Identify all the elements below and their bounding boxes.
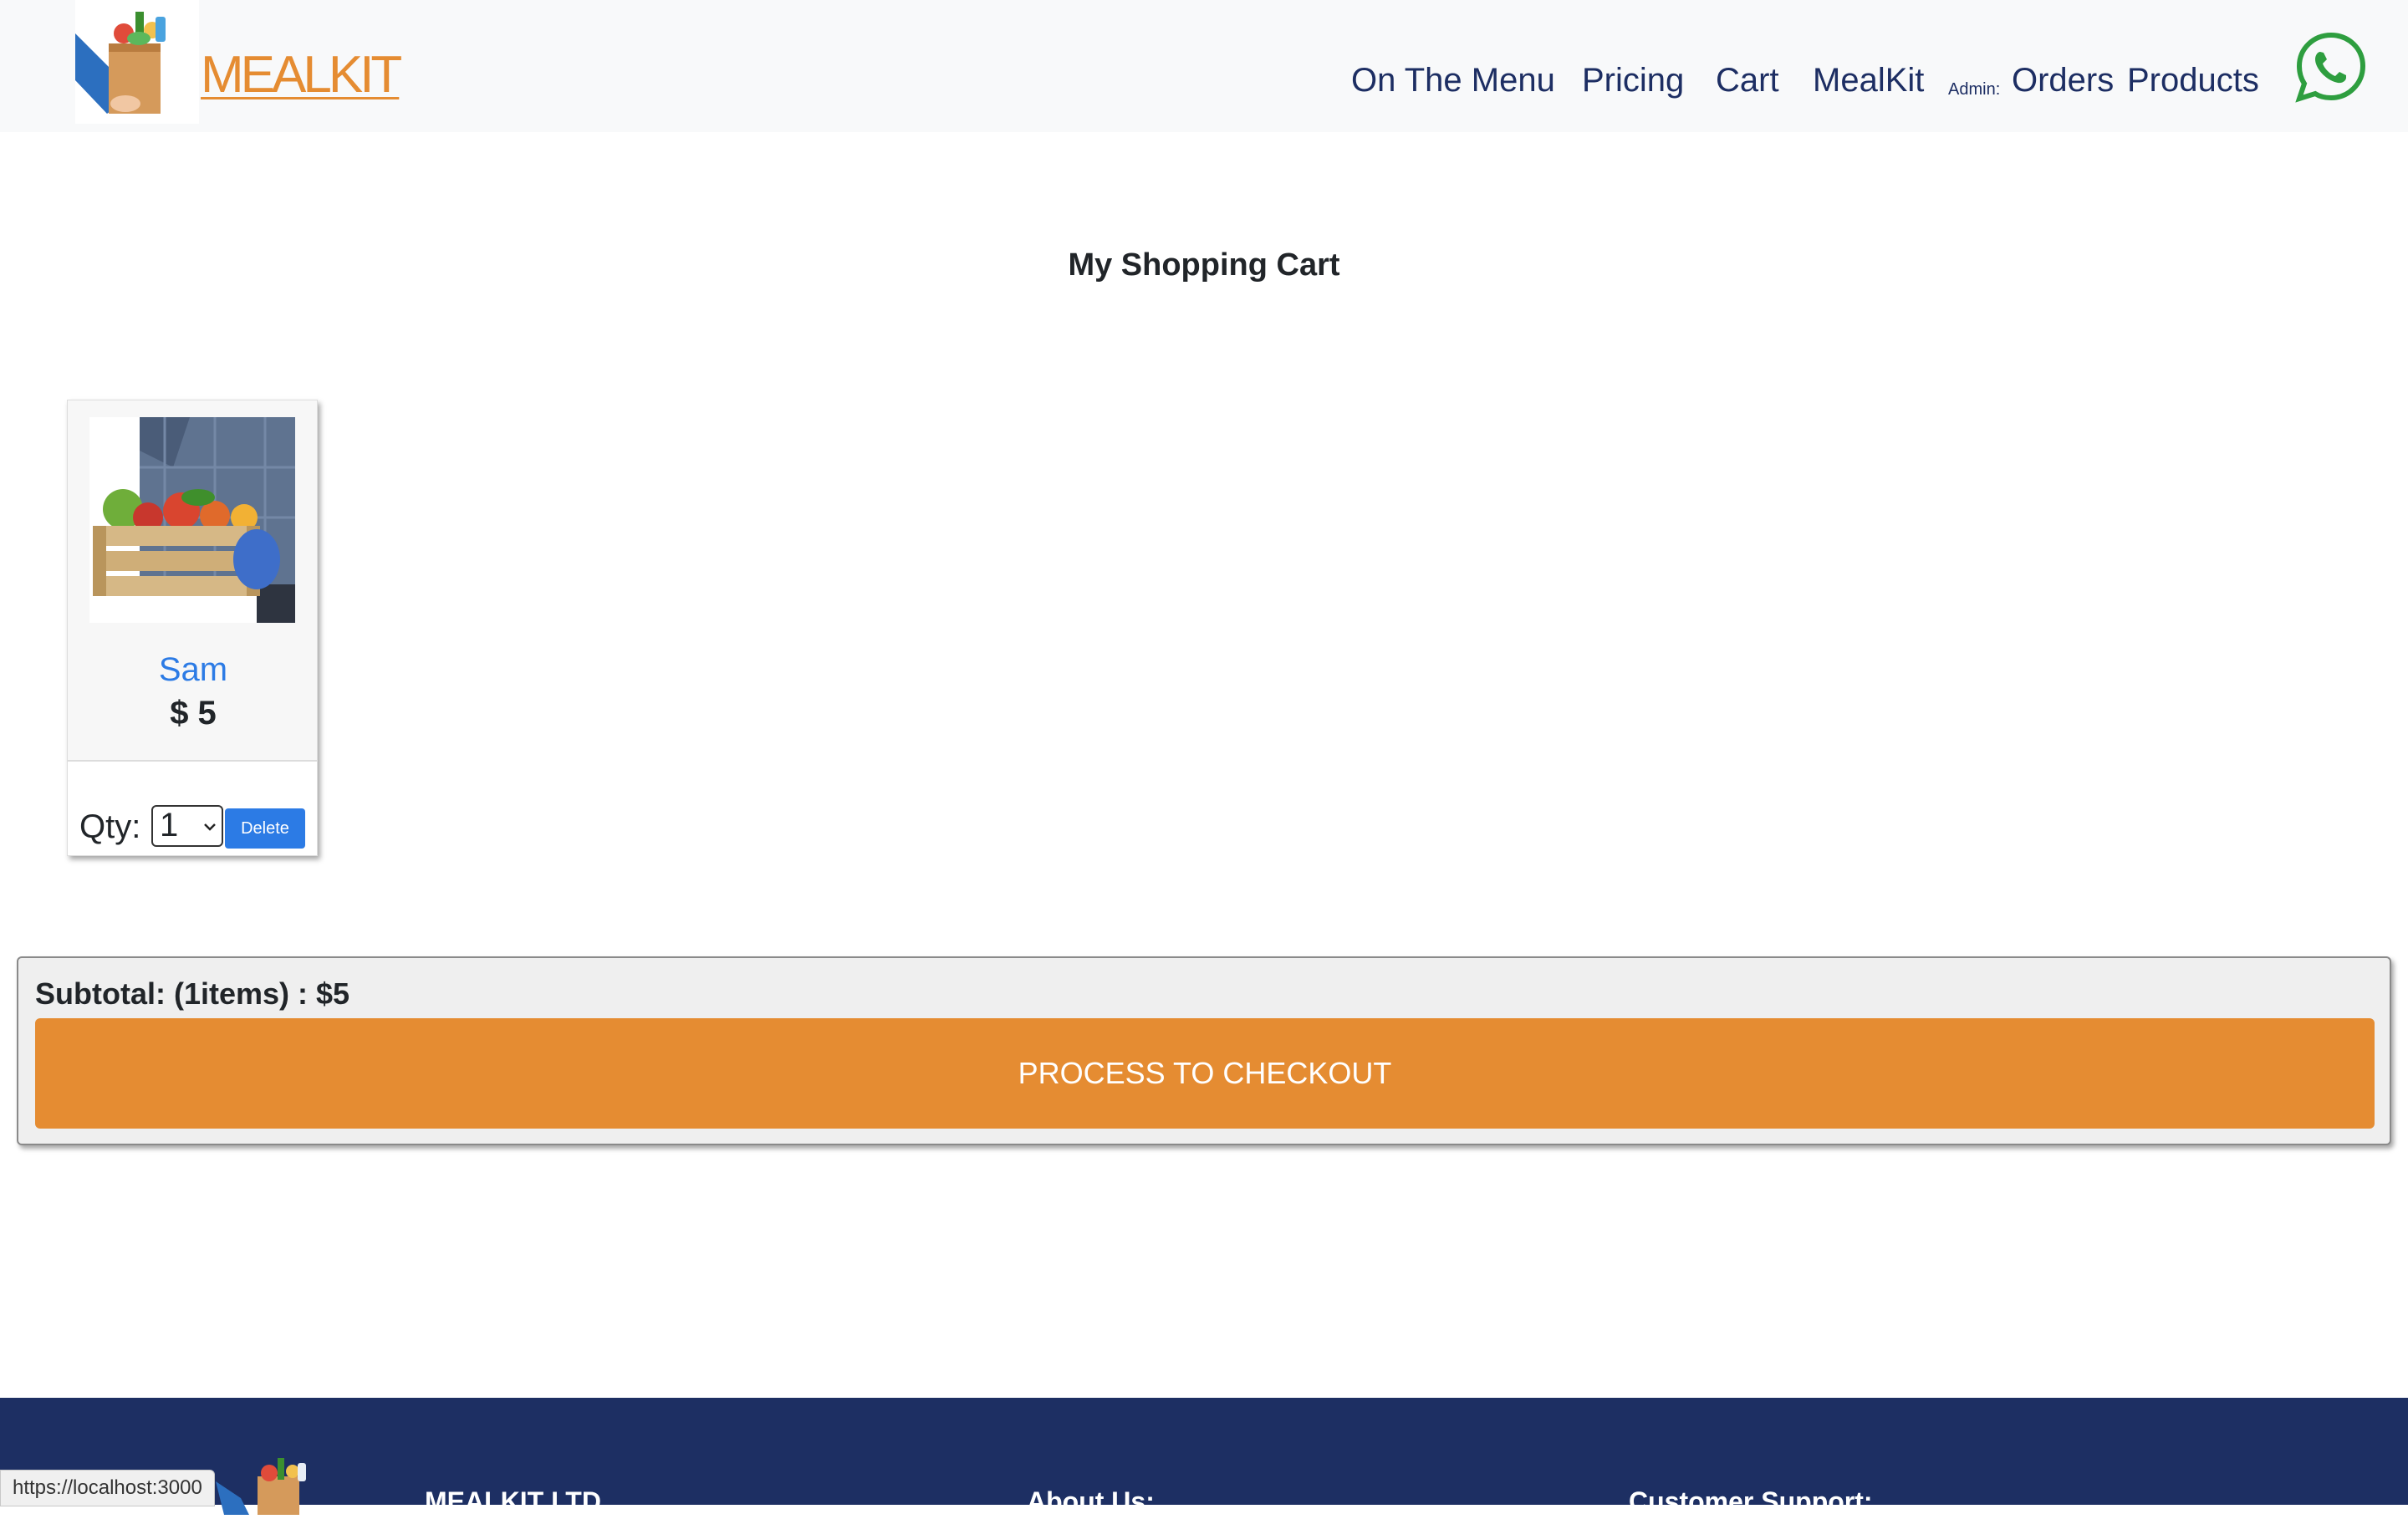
product-name-link[interactable]: Sam: [68, 651, 319, 689]
subtotal-text: Subtotal: (1items) : $5: [35, 976, 350, 1011]
footer-support-heading: Customer Support:: [1629, 1486, 1873, 1516]
logo-image[interactable]: [75, 0, 199, 124]
footer-company-heading: MEALKIT LTD: [425, 1486, 601, 1516]
nav-on-the-menu[interactable]: On The Menu: [1351, 62, 1555, 99]
admin-label: Admin:: [1948, 80, 2001, 99]
footer-about-heading: About Us:: [1027, 1486, 1155, 1516]
nav-mealkit[interactable]: MealKit: [1813, 62, 1924, 99]
footer-logo-image[interactable]: [216, 1456, 341, 1515]
product-image[interactable]: [89, 417, 295, 623]
subtotal-panel: Subtotal: (1items) : $5 PROCESS TO CHECK…: [17, 956, 2391, 1145]
nav-orders[interactable]: Orders: [2012, 62, 2114, 99]
site-footer: MEALKIT LTD About Us: Customer Support:: [0, 1398, 2408, 1516]
qty-label: Qty:: [79, 808, 141, 845]
qty-value: 1: [160, 807, 179, 844]
product-price: $ 5: [170, 695, 217, 731]
card-footer: Qty: 1 Delete: [68, 762, 317, 855]
delete-button[interactable]: Delete: [225, 808, 305, 849]
cart-item-card: Sam $ 5 Qty: 1 Delete: [67, 400, 318, 856]
site-header: MEALKIT On The Menu Pricing Cart MealKit…: [0, 0, 2408, 132]
brand-link[interactable]: MEALKIT: [201, 45, 402, 104]
qty-select[interactable]: 1: [151, 805, 223, 847]
nav-pricing[interactable]: Pricing: [1582, 62, 1684, 99]
status-bar-url: https://localhost:3000: [0, 1470, 215, 1506]
chevron-down-icon: [204, 823, 216, 831]
nav-products[interactable]: Products: [2127, 62, 2259, 99]
nav-cart[interactable]: Cart: [1716, 62, 1779, 99]
whatsapp-icon[interactable]: [2294, 30, 2368, 104]
checkout-button[interactable]: PROCESS TO CHECKOUT: [35, 1018, 2375, 1129]
page-title: My Shopping Cart: [1068, 247, 1340, 283]
